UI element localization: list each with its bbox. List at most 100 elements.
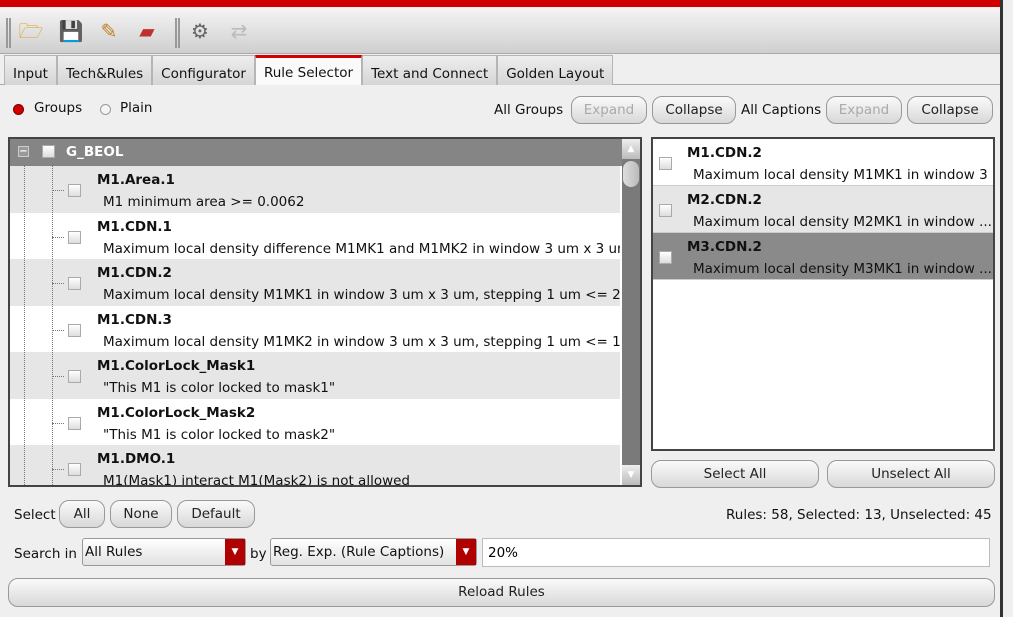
tree-connector [52,376,64,377]
rule-row[interactable]: M1.CDN.3 Maximum local density M1MK2 in … [10,306,620,353]
rule-caption: M1 minimum area >= 0.0062 [103,194,305,210]
result-checkbox[interactable] [659,251,672,264]
groups-radio[interactable] [13,104,24,115]
tree-connector [52,469,64,470]
open-folder-icon[interactable]: 🗁 [18,18,44,44]
search-method-value: Reg. Exp. (Rule Captions) [273,544,445,560]
search-method-select[interactable]: Reg. Exp. (Rule Captions) ▼ [270,538,477,566]
tree-scrollbar[interactable]: ▲ ▼ [622,139,640,485]
all-groups-label: All Groups [494,102,564,118]
tree-connector [52,329,64,331]
rule-row[interactable]: M1.ColorLock_Mask1 "This M1 is color loc… [10,352,620,399]
results-list[interactable]: M1.CDN.2 Maximum local density M1MK1 in … [651,137,995,451]
rule-checkbox[interactable] [68,370,81,383]
rule-name: M1.ColorLock_Mask2 [97,404,256,421]
rule-checkbox[interactable] [68,463,81,476]
toolbar-grip[interactable] [175,18,180,48]
edit-icon[interactable]: ✎ [96,18,122,44]
eraser-icon[interactable]: ▰ [134,18,160,44]
all-captions-label: All Captions [741,102,822,118]
result-row[interactable]: M2.CDN.2 Maximum local density M2MK1 in … [653,186,993,233]
rule-row[interactable]: M1.CDN.2 Maximum local density M1MK1 in … [10,259,620,306]
captions-collapse-button[interactable]: Collapse [907,96,993,124]
result-checkbox[interactable] [659,204,672,217]
search-scope-value: All Rules [85,544,143,560]
collapse-toggle-icon[interactable]: − [18,146,29,157]
scroll-down-icon[interactable]: ▼ [622,465,640,485]
search-scope-select[interactable]: All Rules ▼ [82,538,246,566]
result-row[interactable]: M3.CDN.2 Maximum local density M3MK1 in … [653,233,993,280]
group-row[interactable]: − G_BEOL [10,139,622,166]
rule-name: M1.CDN.3 [97,311,172,328]
unselect-all-button[interactable]: Unselect All [827,460,995,488]
rule-caption: "This M1 is color locked to mask2" [103,426,336,443]
tab-input[interactable]: Input [4,55,57,85]
toolbar: 🗁 💾 ✎ ▰ ⚙ ⇄ [0,8,1000,54]
rule-checkbox[interactable] [68,184,81,197]
result-row[interactable]: M1.CDN.2 Maximum local density M1MK1 in … [653,139,993,186]
result-caption: Maximum local density M2MK1 in window ..… [693,214,992,230]
tab-rule-selector[interactable]: Rule Selector [254,55,363,85]
rule-name: M1.DMO.1 [97,451,176,467]
group-checkbox[interactable] [42,145,55,158]
rule-row[interactable]: M1.DMO.1 M1(Mask1) interact M1(Mask2) is… [10,445,620,487]
tab-golden-layout[interactable]: Golden Layout [497,55,614,85]
export-icon: ⇄ [230,19,248,43]
tree-guide-line [52,165,53,485]
result-caption: Maximum local density M1MK1 in window 3 [693,167,988,183]
search-in-label: Search in [14,546,77,562]
rule-name: M1.ColorLock_Mask1 [97,358,256,374]
tab-text-and-connect[interactable]: Text and Connect [362,55,498,85]
select-all-button[interactable]: Select All [651,460,819,488]
groups-radio-label[interactable]: Groups [34,100,82,116]
search-input[interactable] [482,538,990,567]
tree-connector [52,283,64,284]
rule-caption: Maximum local density difference M1MK1 a… [103,240,620,257]
rule-name: M1.Area.1 [97,172,175,188]
tab-configurator[interactable]: Configurator [152,55,255,85]
rule-caption: Maximum local density M1MK2 in window 3 … [103,333,620,350]
groups-expand-button[interactable]: Expand [571,96,647,124]
toolbar-grip[interactable] [6,18,11,48]
rule-row[interactable]: M1.Area.1 M1 minimum area >= 0.0062 [10,166,620,213]
result-checkbox[interactable] [659,157,672,170]
chevron-down-icon[interactable]: ▼ [456,539,476,565]
select-all-rules-button[interactable]: All [59,500,105,528]
scroll-thumb[interactable] [623,161,639,187]
chevron-down-icon[interactable]: ▼ [225,539,245,565]
result-caption: Maximum local density M3MK1 in window ..… [693,261,992,277]
rule-checkbox[interactable] [68,416,81,430]
rule-tree[interactable]: − G_BEOL M1.Area.1 M1 minimum area >= 0.… [8,137,642,487]
save-icon[interactable]: 💾 [58,18,84,44]
result-name: M2.CDN.2 [687,192,762,208]
rules-stats: Rules: 58, Selected: 13, Unselected: 45 [726,507,992,523]
groups-collapse-button[interactable]: Collapse [652,96,736,124]
by-label: by [250,546,267,562]
scroll-up-icon[interactable]: ▲ [622,139,640,159]
tab-bar: Input Tech&Rules Configurator Rule Selec… [0,55,1000,85]
result-name: M1.CDN.2 [687,145,762,161]
rule-checkbox[interactable] [68,323,81,337]
rule-checkbox[interactable] [68,277,81,290]
tree-connector [52,190,64,191]
rule-caption: "This M1 is color locked to mask1" [103,380,336,396]
rule-row[interactable]: M1.CDN.1 Maximum local density differenc… [10,213,620,260]
plain-radio-label[interactable]: Plain [120,100,152,116]
settings-gears-icon[interactable]: ⚙ [187,18,213,44]
result-name: M3.CDN.2 [687,239,762,255]
tree-guide-line [24,165,25,485]
rule-caption: Maximum local density M1MK1 in window 3 … [103,287,620,303]
tab-tech-rules[interactable]: Tech&Rules [56,55,153,85]
title-accent-bar [0,0,1002,7]
rule-checkbox[interactable] [68,230,81,244]
rule-row[interactable]: M1.ColorLock_Mask2 "This M1 is color loc… [10,399,620,446]
group-name: G_BEOL [66,144,124,160]
reload-rules-button[interactable]: Reload Rules [8,578,995,607]
select-label: Select [14,507,56,523]
plain-radio[interactable] [100,104,111,115]
select-default-button[interactable]: Default [177,500,255,528]
rule-name: M1.CDN.2 [97,265,172,281]
captions-expand-button[interactable]: Expand [826,96,902,124]
select-none-button[interactable]: None [110,500,172,528]
rule-caption: M1(Mask1) interact M1(Mask2) is not allo… [103,473,411,487]
